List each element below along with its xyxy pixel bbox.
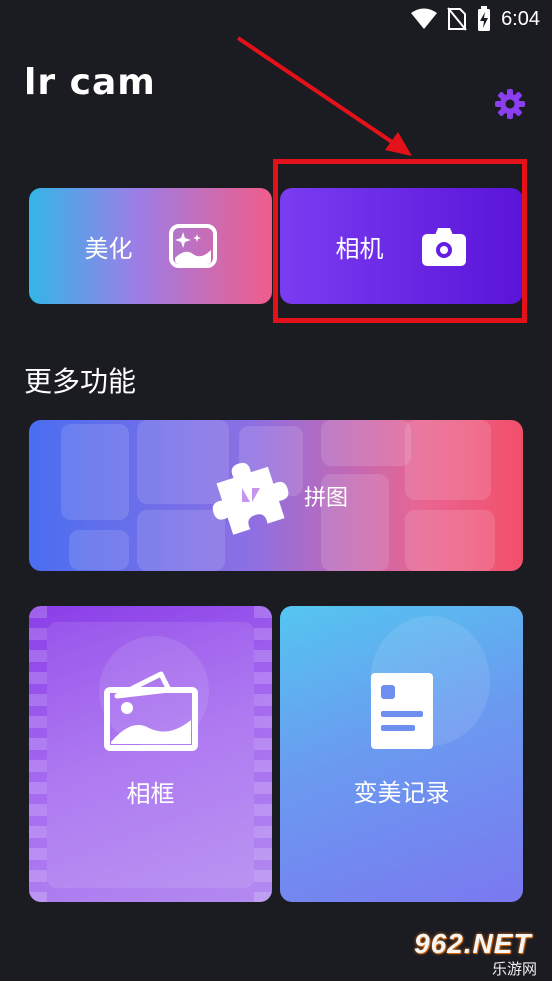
no-sim-icon (447, 7, 467, 31)
image-sparkle-icon (168, 224, 217, 268)
photo-frame-icon (103, 671, 198, 751)
film-strip-right (254, 606, 272, 902)
gear-icon[interactable] (494, 88, 526, 120)
site-watermark: 962.NET 乐游网 (414, 928, 548, 978)
section-title: 更多功能 (24, 365, 137, 398)
status-bar: 6:04 (0, 0, 552, 38)
status-icons: 6:04 (411, 6, 540, 32)
watermark-sub: 乐游网 (492, 960, 538, 978)
frame-label: 相框 (126, 779, 175, 808)
beauty-record-button[interactable]: 变美记录 (280, 606, 523, 902)
beauty-record-label: 变美记录 (353, 778, 450, 807)
beautify-label: 美化 (84, 234, 133, 263)
frame-button[interactable]: 相框 (29, 606, 272, 902)
puzzle-icon (212, 462, 289, 535)
watermark-main: 962.NET (414, 928, 532, 959)
collage-content: 拼图 (204, 452, 348, 540)
app-title: lr cam (24, 62, 156, 103)
film-strip-left (29, 606, 47, 902)
collage-label: 拼图 (303, 485, 348, 511)
annotation-highlight-box (273, 159, 527, 323)
document-icon (370, 672, 433, 749)
beautify-button[interactable]: 美化 (29, 188, 272, 304)
collage-button[interactable]: 拼图 (29, 420, 523, 571)
status-time: 6:04 (501, 7, 540, 30)
battery-charging-icon (478, 6, 491, 31)
app-screen: 6:04 lr cam 美化 相机 更多功能 拼图 相框 变美记录 962.NE… (0, 0, 552, 981)
wifi-icon (411, 8, 438, 29)
